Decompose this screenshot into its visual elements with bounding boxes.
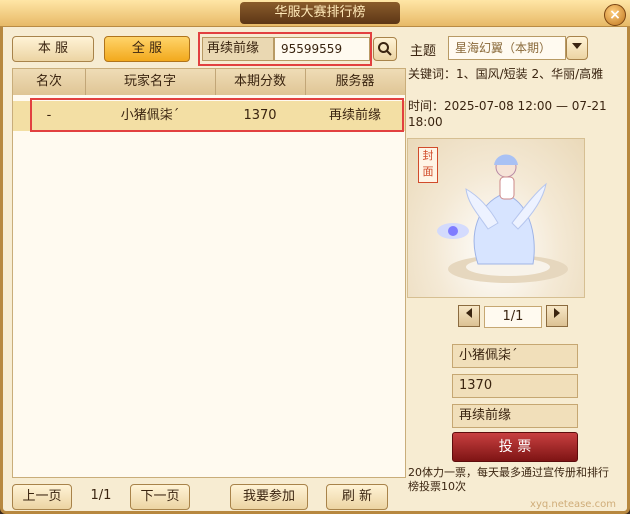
close-button[interactable]: ×: [604, 4, 626, 26]
prev-page-button[interactable]: 上一页: [12, 484, 72, 510]
page-indicator: 1/1: [90, 488, 112, 503]
all-server-tab-button[interactable]: 全 服: [104, 36, 190, 62]
column-server: 服务器: [335, 74, 375, 89]
cover-prev-button[interactable]: [458, 305, 480, 327]
cover-page-indicator: 1/1: [484, 306, 542, 328]
cover-preview: 封面: [407, 138, 585, 298]
theme-select[interactable]: 星海幻翼（本期）: [448, 36, 566, 60]
join-button[interactable]: 我要参加: [230, 484, 308, 510]
detail-score: 1370: [452, 374, 578, 398]
table-header: 名次 玩家名字 本期分数 服务器: [13, 69, 405, 95]
theme-keywords: 关键词：1、国风/短装 2、华丽/高雅: [408, 67, 604, 81]
search-icon: [378, 42, 392, 56]
refresh-button[interactable]: 刷 新: [326, 484, 388, 510]
title-bar: 华服大赛排行榜 ×: [0, 0, 630, 27]
window-title: 华服大赛排行榜: [240, 2, 400, 24]
arrow-left-icon: [466, 308, 472, 318]
costume-character-image: [437, 154, 568, 283]
theme-dropdown-button[interactable]: [566, 36, 588, 60]
detail-player-name: 小猪佩柒´: [452, 344, 578, 368]
theme-label: 主题: [410, 44, 437, 59]
column-rank: 名次: [13, 69, 86, 95]
row-highlight-box: [30, 98, 404, 132]
chevron-down-icon: [572, 43, 582, 49]
arrow-right-icon: [554, 308, 560, 318]
search-highlight-box: [198, 32, 372, 66]
cover-next-button[interactable]: [546, 305, 568, 327]
column-score: 本期分数: [215, 69, 306, 95]
search-button[interactable]: [373, 37, 397, 61]
next-page-button[interactable]: 下一页: [130, 484, 190, 510]
game-logo-watermark: xyq.netease.com: [530, 499, 616, 510]
theme-time: 时间：2025-07-08 12:00 — 07-21 18:00: [408, 99, 607, 129]
detail-server: 再续前缘: [452, 404, 578, 428]
server-tab-button[interactable]: 本 服: [12, 36, 94, 62]
column-player-name: 玩家名字: [85, 69, 216, 95]
